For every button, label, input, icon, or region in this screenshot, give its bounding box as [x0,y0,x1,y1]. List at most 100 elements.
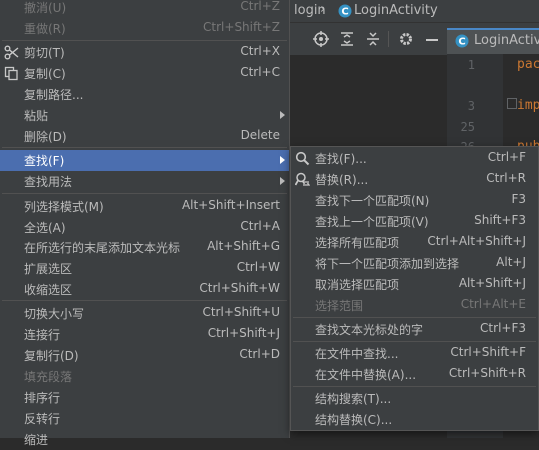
menu-item-label: 将下一个匹配项添加到选择 [315,257,460,271]
menu-separator [2,193,287,194]
menu-item-shortcut: Ctrl+Z [240,0,280,13]
collapse-all-icon[interactable] [365,31,381,47]
submenu-item-select-all-occurrences[interactable]: 选择所有匹配项 Ctrl+Alt+Shift+J [291,232,538,253]
menu-item-shrink-selection[interactable]: 收缩选区 Ctrl+Shift+W [0,279,289,300]
submenu-item-find-word-at-caret[interactable]: 查找文本光标处的字 Ctrl+F3 [291,319,538,340]
menu-item-label: 列选择模式(M) [24,200,104,214]
edit-context-menu: 撤消(U) Ctrl+Z 重做(R) Ctrl+Shift+Z 剪切(T) Ct… [0,0,290,447]
menu-item-label: 查找文本光标处的字 [315,323,424,337]
menu-item-cut[interactable]: 剪切(T) Ctrl+X [0,42,289,63]
submenu-item-find-next[interactable]: 查找下一个匹配项(N) F3 [291,190,538,211]
menu-item-find[interactable]: 查找(F) [0,150,289,171]
menu-item-shortcut: Alt+J [496,255,526,269]
menu-item-label: 在所选行的末尾添加文本光标 [24,241,181,255]
menu-item-label: 缩进 [24,433,49,447]
menu-item-shortcut: Ctrl+Shift+R [448,366,526,380]
expand-all-icon[interactable] [339,31,355,47]
menu-item-select-all[interactable]: 全选(A) Ctrl+A [0,217,289,238]
submenu-item-find[interactable]: 查找(F)... Ctrl+F [291,148,538,169]
menu-item-label: 查找用法 [24,175,73,189]
menu-item-label: 收缩选区 [24,283,73,297]
menu-item-join-lines[interactable]: 连接行 Ctrl+Shift+J [0,324,289,345]
class-c-icon: C [338,4,352,18]
menu-item-shortcut: Ctrl+R [486,171,526,185]
menu-item-shortcut: Ctrl+F3 [480,321,526,335]
replace-icon [295,172,310,186]
submenu-arrow-icon [280,177,285,185]
menu-item-extend-selection[interactable]: 扩展选区 Ctrl+W [0,258,289,279]
menu-item-label: 填充段落 [24,370,73,384]
menu-item-delete[interactable]: 删除(D) Delete [0,126,289,147]
toolbar-divider [388,31,389,47]
menu-item-label: 复制行(D) [24,349,79,363]
menu-item-shortcut: F3 [511,192,526,206]
submenu-item-find-in-files[interactable]: 在文件中查找... Ctrl+Shift+F [291,343,538,364]
menu-item-label: 删除(D) [24,130,67,144]
submenu-item-structural-search[interactable]: 结构搜索(T)... [291,388,538,409]
menu-item-copy[interactable]: 复制(C) Ctrl+C [0,63,289,84]
breadcrumb-separator: › [320,2,326,17]
submenu-item-add-next-occurrence[interactable]: 将下一个匹配项添加到选择 Alt+J [291,253,538,274]
minimize-icon[interactable] [424,31,440,47]
menu-item-toggle-case[interactable]: 切换大小写 Ctrl+Shift+U [0,303,289,324]
menu-item-shortcut: Shift+F3 [474,213,526,227]
menu-item-copy-path[interactable]: 复制路径... [0,84,289,105]
menu-item-shortcut: Ctrl+W [236,260,280,274]
menu-item-paste[interactable]: 粘贴 [0,105,289,126]
code-keyword: imp [517,98,539,113]
submenu-item-select-range[interactable]: 选择范围 Ctrl+Alt+E [291,295,538,316]
menu-item-sort-lines[interactable]: 排序行 [0,387,289,408]
submenu-item-structural-replace[interactable]: 结构替换(C)... [291,409,538,430]
menu-item-fill-paragraph[interactable]: 填充段落 [0,366,289,387]
editor-tab-label: LoginActivit [474,33,539,48]
menu-item-shortcut: Ctrl+F [487,150,526,164]
menu-item-redo[interactable]: 重做(R) Ctrl+Shift+Z [0,18,289,39]
menu-separator [2,147,287,148]
menu-item-label: 粘贴 [24,109,49,123]
submenu-item-replace[interactable]: 替换(R)... Ctrl+R [291,169,538,190]
scissors-icon [4,45,19,60]
menu-separator [2,40,287,41]
fold-icon[interactable] [507,98,517,109]
submenu-item-find-previous[interactable]: 查找上一个匹配项(V) Shift+F3 [291,211,538,232]
menu-item-label: 撤消(U) [24,1,67,15]
menu-item-shortcut: Ctrl+Shift+Z [203,20,280,34]
submenu-item-replace-in-files[interactable]: 在文件中替换(A)... Ctrl+Shift+R [291,364,538,385]
menu-item-find-usages[interactable]: 查找用法 [0,171,289,192]
menu-item-label: 取消选择匹配项 [315,278,400,292]
menu-item-label: 反转行 [24,412,61,426]
submenu-arrow-icon [280,156,285,164]
code-keyword: pac [517,57,539,72]
menu-item-label: 连接行 [24,328,61,342]
line-number: 25 [460,120,475,134]
menu-item-label: 替换(R)... [315,173,369,187]
menu-item-add-carets[interactable]: 在所选行的末尾添加文本光标 Alt+Shift+G [0,237,289,258]
target-icon[interactable] [313,31,329,47]
menu-item-label: 切换大小写 [24,307,85,321]
menu-item-label: 在文件中替换(A)... [315,368,417,382]
copy-icon [4,66,18,81]
breadcrumb-class[interactable]: LoginActivity [354,3,438,18]
menu-item-label: 全选(A) [24,221,66,235]
menu-item-shortcut: Ctrl+Shift+J [207,326,280,340]
menu-item-shortcut: Alt+Shift+J [458,276,526,290]
menu-item-label: 选择所有匹配项 [315,236,400,250]
menu-item-undo[interactable]: 撤消(U) Ctrl+Z [0,0,289,18]
menu-item-shortcut: Ctrl+Shift+W [199,281,280,295]
menu-item-duplicate-line[interactable]: 复制行(D) Ctrl+D [0,345,289,366]
menu-item-shortcut: Ctrl+Shift+U [202,305,280,319]
menu-item-shortcut: Alt+Shift+G [207,239,280,253]
submenu-item-unselect-occurrence[interactable]: 取消选择匹配项 Alt+Shift+J [291,274,538,295]
menu-item-label: 查找上一个匹配项(V) [315,215,429,229]
svg-text:C: C [458,37,465,48]
menu-item-indent[interactable]: 缩进 [0,429,289,450]
menu-item-reverse-lines[interactable]: 反转行 [0,408,289,429]
menu-item-label: 结构搜索(T)... [315,392,392,406]
menu-item-column-selection[interactable]: 列选择模式(M) Alt+Shift+Insert [0,196,289,217]
editor-tab-loginactivity[interactable]: C LoginActivit [447,28,539,54]
svg-text:C: C [341,7,348,18]
menu-item-label: 复制(C) [24,67,66,81]
navigation-bar: login › LoginActivity [290,0,539,22]
gear-icon[interactable] [398,31,414,47]
menu-item-label: 结构替换(C)... [315,413,393,427]
